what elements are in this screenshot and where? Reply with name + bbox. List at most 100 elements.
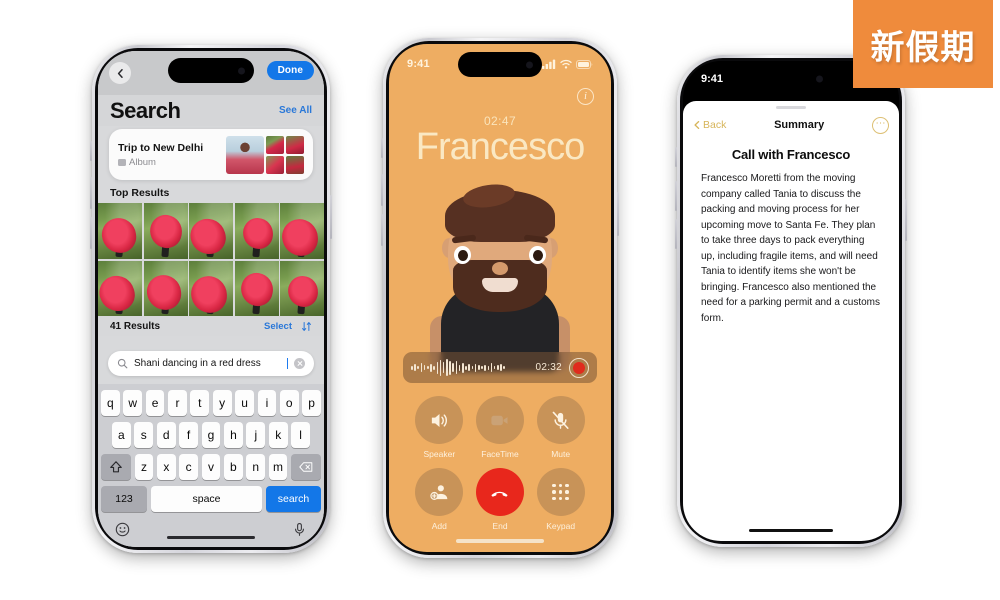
memoji-avatar xyxy=(426,182,574,372)
volume-down-button[interactable] xyxy=(675,219,677,249)
mute-button[interactable]: Mute xyxy=(530,396,591,459)
add-call-button[interactable]: Add xyxy=(409,468,470,531)
phone-screen: 9:41 Back Summary ⋯ Call with Francesco … xyxy=(683,61,899,541)
key-b[interactable]: b xyxy=(223,454,243,480)
mute-switch[interactable] xyxy=(381,138,383,158)
microphone-slash-icon xyxy=(552,411,569,429)
phone-call-summary: 9:41 Back Summary ⋯ Call with Francesco … xyxy=(675,55,907,547)
power-button[interactable] xyxy=(617,192,619,236)
keypad-button[interactable]: Keypad xyxy=(530,468,591,531)
key-v[interactable]: v xyxy=(201,454,221,480)
photo-thumbnail[interactable] xyxy=(98,260,142,317)
chevron-left-icon xyxy=(117,68,123,78)
summary-sheet: Back Summary ⋯ Call with Francesco Franc… xyxy=(683,101,899,541)
facetime-button[interactable]: FaceTime xyxy=(470,396,531,459)
key-y[interactable]: y xyxy=(212,390,232,416)
key-r[interactable]: r xyxy=(168,390,187,416)
backspace-key[interactable] xyxy=(291,454,321,480)
key-h[interactable]: h xyxy=(224,422,243,448)
key-g[interactable]: g xyxy=(201,422,221,448)
home-indicator[interactable] xyxy=(456,539,544,543)
end-call-icon xyxy=(492,491,508,497)
key-s[interactable]: s xyxy=(134,422,154,448)
microphone-icon[interactable] xyxy=(292,522,307,537)
done-button[interactable]: Done xyxy=(266,61,314,80)
power-button[interactable] xyxy=(905,199,907,241)
key-z[interactable]: z xyxy=(134,454,154,480)
sheet-grabber[interactable] xyxy=(776,106,806,109)
key-l[interactable]: l xyxy=(291,422,311,448)
photo-thumbnail[interactable] xyxy=(280,203,324,259)
key-d[interactable]: d xyxy=(156,422,176,448)
space-key[interactable]: space xyxy=(150,486,263,512)
dynamic-island xyxy=(168,58,254,83)
sort-arrows-icon[interactable] xyxy=(301,321,312,332)
phone-screen: Done Search See All Trip to New Delhi Al… xyxy=(98,51,324,547)
key-n[interactable]: n xyxy=(246,454,266,480)
key-x[interactable]: x xyxy=(156,454,176,480)
key-e[interactable]: e xyxy=(145,390,165,416)
key-k[interactable]: k xyxy=(268,422,288,448)
photo-thumbnail[interactable] xyxy=(98,203,142,259)
see-all-link[interactable]: See All xyxy=(279,105,312,116)
home-indicator[interactable] xyxy=(749,528,833,532)
photo-thumbnail[interactable] xyxy=(143,203,188,259)
photo-thumbnail[interactable] xyxy=(234,260,279,317)
numbers-key[interactable]: 123 xyxy=(101,486,147,512)
key-o[interactable]: o xyxy=(279,390,299,416)
album-book-icon xyxy=(118,158,126,166)
info-circle-icon[interactable]: i xyxy=(577,88,594,105)
album-result-card[interactable]: Trip to New Delhi Album xyxy=(109,129,313,180)
speaker-label: Speaker xyxy=(423,449,456,459)
search-header: Search See All xyxy=(98,95,324,126)
photo-thumbnail[interactable] xyxy=(189,260,233,317)
more-ellipsis-icon[interactable]: ⋯ xyxy=(871,116,889,134)
album-meta: Trip to New Delhi Album xyxy=(118,142,226,168)
emoji-smiley-icon[interactable] xyxy=(115,522,130,537)
mute-switch[interactable] xyxy=(675,147,677,167)
mute-switch[interactable] xyxy=(90,141,92,161)
select-button[interactable]: Select xyxy=(264,321,292,332)
key-j[interactable]: j xyxy=(246,422,266,448)
album-title: Trip to New Delhi xyxy=(118,141,204,154)
publisher-watermark: 新假期 xyxy=(853,0,993,88)
volume-up-button[interactable] xyxy=(675,181,677,211)
status-bar: 9:41 xyxy=(389,54,611,74)
key-t[interactable]: t xyxy=(190,390,210,416)
photo-thumbnail[interactable] xyxy=(143,260,188,317)
clear-circle-icon[interactable] xyxy=(294,358,305,369)
summary-nav-bar: Back Summary ⋯ xyxy=(683,113,899,137)
status-icons xyxy=(542,59,593,69)
home-indicator[interactable] xyxy=(167,535,255,539)
back-button[interactable]: Back xyxy=(693,119,726,131)
photo-thumbnail[interactable] xyxy=(189,203,233,259)
key-m[interactable]: m xyxy=(268,454,288,480)
key-p[interactable]: p xyxy=(302,390,321,416)
volume-up-button[interactable] xyxy=(381,174,383,206)
volume-down-button[interactable] xyxy=(381,214,383,246)
key-f[interactable]: f xyxy=(179,422,198,448)
power-button[interactable] xyxy=(330,195,332,239)
key-a[interactable]: a xyxy=(111,422,131,448)
search-key[interactable]: search xyxy=(266,486,321,512)
key-u[interactable]: u xyxy=(235,390,254,416)
key-q[interactable]: q xyxy=(101,390,120,416)
volume-down-button[interactable] xyxy=(90,217,92,249)
end-call-button[interactable]: End xyxy=(470,468,531,531)
shift-key[interactable] xyxy=(101,454,131,480)
caller-name: Francesco xyxy=(415,126,585,168)
key-i[interactable]: i xyxy=(257,390,277,416)
summary-body-text: Francesco Moretti from the moving compan… xyxy=(701,173,880,324)
search-input[interactable]: Shani dancing in a red dress xyxy=(108,351,314,376)
photo-thumbnail[interactable] xyxy=(280,260,324,317)
search-icon xyxy=(117,358,128,369)
key-c[interactable]: c xyxy=(179,454,199,480)
photo-thumbnail[interactable] xyxy=(234,203,279,259)
back-button[interactable] xyxy=(109,62,131,84)
key-w[interactable]: w xyxy=(123,390,143,416)
status-time: 9:41 xyxy=(701,73,724,85)
volume-up-button[interactable] xyxy=(90,177,92,209)
call-recording-bar: 02:32 xyxy=(403,352,597,383)
speaker-button[interactable]: Speaker xyxy=(409,396,470,459)
record-stop-icon[interactable] xyxy=(569,357,589,378)
